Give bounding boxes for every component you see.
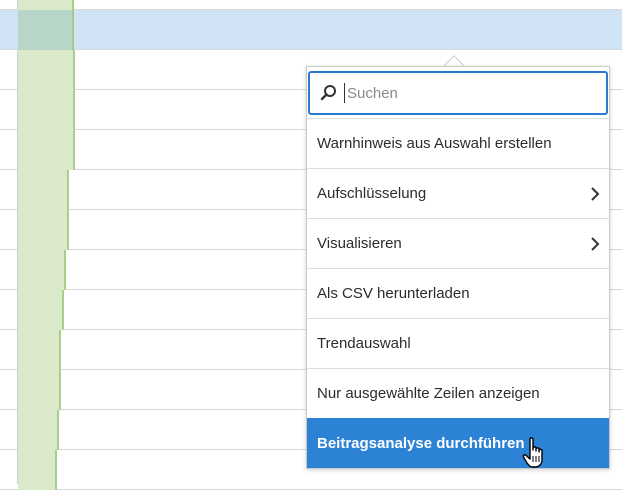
context-menu: Warnhinweis aus Auswahl erstellen Aufsch…: [306, 66, 610, 469]
menu-item-contribution-analysis[interactable]: Beitragsanalyse durchführen: [307, 418, 609, 468]
search-icon: [320, 85, 336, 101]
search-box[interactable]: [308, 71, 608, 115]
menu-item-visualize[interactable]: Visualisieren: [307, 218, 609, 268]
row-bar: [18, 370, 61, 410]
menu-item-trend-selection[interactable]: Trendauswahl: [307, 318, 609, 368]
menu-item-show-selected-rows[interactable]: Nur ausgewählte Zeilen anzeigen: [307, 368, 609, 418]
menu-item-label: Warnhinweis aus Auswahl erstellen: [317, 135, 552, 152]
row-bar: [18, 170, 69, 210]
menu-item-label: Visualisieren: [317, 235, 402, 252]
menu-item-label: Nur ausgewählte Zeilen anzeigen: [317, 385, 540, 402]
menu-item-label: Beitragsanalyse durchführen: [317, 435, 525, 452]
menu-item-create-alert[interactable]: Warnhinweis aus Auswahl erstellen: [307, 118, 609, 168]
row-bar: [18, 210, 69, 250]
row-bar: [18, 0, 74, 10]
chevron-right-icon: [591, 236, 600, 251]
menu-item-label: Als CSV herunterladen: [317, 285, 470, 302]
hand-pointer-icon: [522, 437, 543, 468]
row-bar: [18, 410, 59, 450]
row-bar: [18, 250, 66, 290]
menu-item-breakdown[interactable]: Aufschlüsselung: [307, 168, 609, 218]
table-row-selected[interactable]: [0, 10, 622, 50]
row-bar: [18, 50, 75, 90]
chevron-right-icon: [591, 186, 600, 201]
row-bar: [18, 290, 64, 330]
menu-item-label: Aufschlüsselung: [317, 185, 427, 202]
row-bar: [18, 130, 75, 170]
table-row[interactable]: [0, 0, 622, 10]
row-bar: [18, 10, 74, 50]
search-input[interactable]: [344, 83, 589, 103]
row-bar: [18, 450, 57, 490]
menu-list: Warnhinweis aus Auswahl erstellen Aufsch…: [307, 118, 609, 468]
row-bar: [18, 90, 75, 130]
row-bar: [18, 330, 61, 370]
menu-item-download-csv[interactable]: Als CSV herunterladen: [307, 268, 609, 318]
menu-item-label: Trendauswahl: [317, 335, 411, 352]
